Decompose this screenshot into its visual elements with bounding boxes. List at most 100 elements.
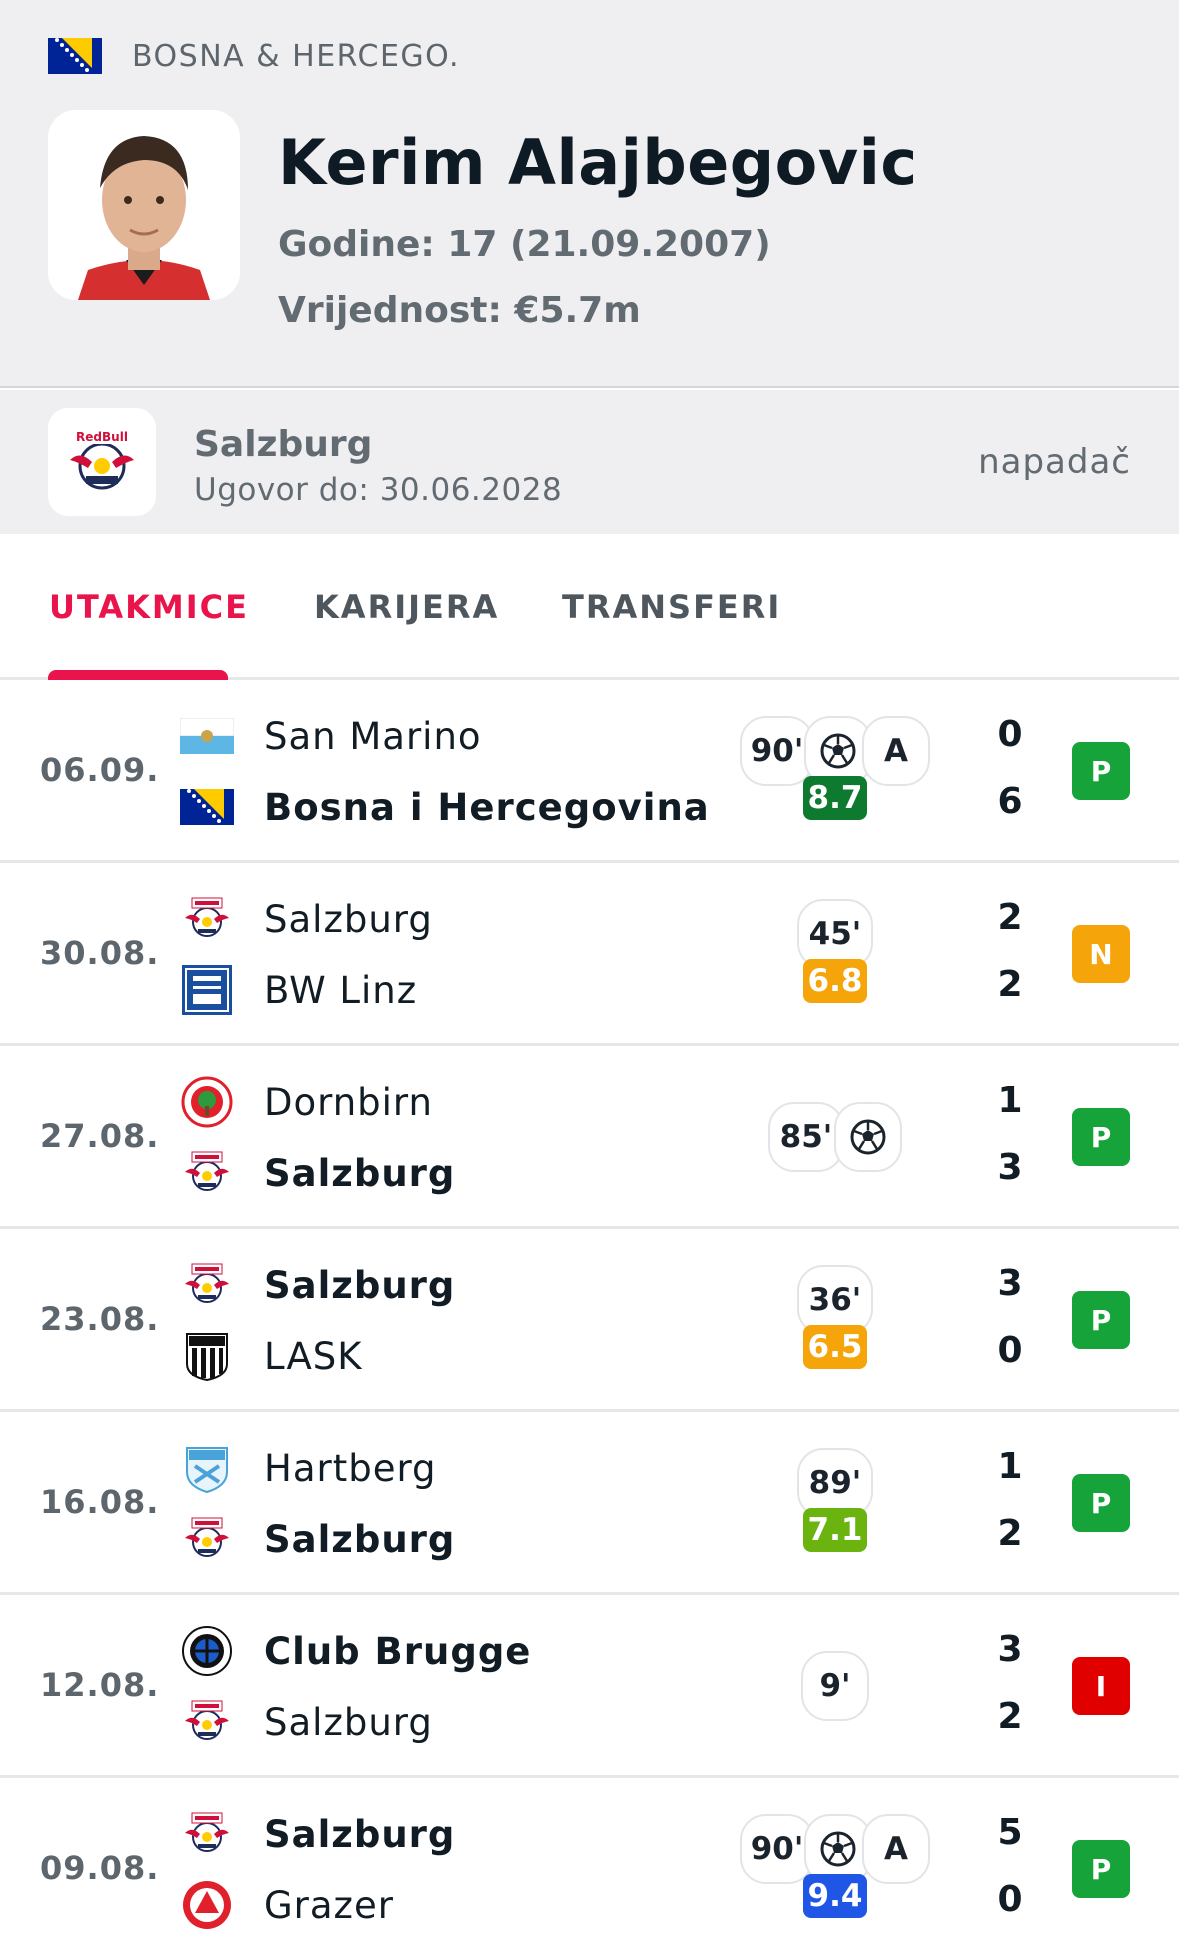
result-badge: P (1072, 1291, 1130, 1349)
stat-pills: 85' (740, 1102, 930, 1172)
home-team-name: Salzburg (264, 1812, 456, 1856)
away-team[interactable]: Salzburg (180, 1147, 455, 1199)
match-row[interactable]: 30.08. Salzburg BW Linz 45' 6.8 2 2 N (0, 863, 1179, 1046)
away-team-name: Bosna i Hercegovina (264, 785, 710, 829)
player-match-stats: 90' A 8.7 (740, 680, 930, 860)
result-badge: P (1072, 1108, 1130, 1166)
away-team-name: Salzburg (264, 1700, 433, 1744)
player-match-stats: 9' (740, 1595, 930, 1775)
club-brugge-logo-icon (180, 1624, 234, 1678)
home-team[interactable]: Salzburg (180, 1808, 455, 1860)
away-team-name: Salzburg (264, 1151, 456, 1195)
minutes-played: 90' (740, 716, 814, 786)
home-team-name: Hartberg (264, 1446, 437, 1490)
home-team-name: Club Brugge (264, 1629, 532, 1673)
away-score: 3 (997, 1147, 1023, 1188)
away-team[interactable]: LASK (180, 1330, 363, 1382)
match-date: 23.08. (40, 1300, 160, 1338)
contract-until: Ugovor do: 30.06.2028 (194, 472, 563, 508)
away-score: 2 (997, 964, 1023, 1005)
match-row[interactable]: 16.08. Hartberg Salzburg 89' 7.1 1 2 P (0, 1412, 1179, 1595)
assist-badge: A (862, 1814, 930, 1884)
country-name: BOSNA & HERCEGO. (132, 38, 461, 74)
minutes-played: 9' (801, 1651, 869, 1721)
salzburg-logo-icon (180, 1146, 234, 1200)
away-score: 2 (997, 1696, 1023, 1737)
away-score: 0 (997, 1330, 1023, 1371)
away-team-name: LASK (264, 1334, 363, 1378)
san-marino-flag-icon (180, 709, 234, 763)
home-team[interactable]: Club Brugge (180, 1625, 531, 1677)
match-list: 06.09. San Marino Bosna i Hercegovina 90… (0, 680, 1179, 1953)
lask-logo-icon (180, 1329, 234, 1383)
result-badge: P (1072, 1474, 1130, 1532)
player-match-stats: 45' 6.8 (740, 863, 930, 1043)
result-badge: P (1072, 742, 1130, 800)
svg-text:RedBull: RedBull (76, 430, 128, 444)
home-score: 1 (997, 1446, 1023, 1487)
player-photo (48, 110, 240, 300)
player-rating-badge: 6.8 (803, 959, 867, 1003)
country-row: BOSNA & HERCEGO. (48, 36, 460, 76)
result-badge: N (1072, 925, 1130, 983)
salzburg-logo-icon (180, 1695, 234, 1749)
home-team-name: Dornbirn (264, 1080, 433, 1124)
dornbirn-logo-icon (180, 1075, 234, 1129)
salzburg-logo-icon (180, 1807, 234, 1861)
away-score: 6 (997, 781, 1023, 822)
bosnia-flag-icon (48, 38, 102, 74)
away-team[interactable]: Salzburg (180, 1513, 455, 1565)
away-team[interactable]: BW Linz (180, 964, 417, 1016)
match-date: 27.08. (40, 1117, 160, 1155)
away-team[interactable]: Grazer (180, 1879, 394, 1931)
player-header: BOSNA & HERCEGO. Kerim Alajbegovic Godin… (0, 0, 1179, 388)
player-rating-badge: 9.4 (803, 1874, 867, 1918)
home-score: 3 (997, 1263, 1023, 1304)
player-market-value: Vrijednost: €5.7m (278, 290, 641, 331)
player-match-stats: 89' 7.1 (740, 1412, 930, 1592)
bosnia-flag-icon (180, 780, 234, 834)
away-team[interactable]: Salzburg (180, 1696, 433, 1748)
tab-transfers[interactable]: TRANSFERI (562, 588, 781, 626)
match-date: 30.08. (40, 934, 160, 972)
home-team[interactable]: Hartberg (180, 1442, 437, 1494)
player-match-stats: 85' (740, 1046, 930, 1226)
football-goal-icon (834, 1102, 903, 1172)
away-team-name: Grazer (264, 1883, 394, 1927)
result-badge: I (1072, 1657, 1130, 1715)
player-match-stats: 90' A 9.4 (740, 1778, 930, 1953)
player-match-stats: 36' 6.5 (740, 1229, 930, 1409)
tab-career[interactable]: KARIJERA (314, 588, 499, 626)
salzburg-logo-icon (180, 1258, 234, 1312)
hartberg-logo-icon (180, 1441, 234, 1495)
club-bar[interactable]: RedBull Salzburg Ugovor do: 30.06.2028 n… (0, 390, 1179, 534)
player-rating-badge: 6.5 (803, 1325, 867, 1369)
match-row[interactable]: 09.08. Salzburg Grazer 90' A 9.4 5 0 P (0, 1778, 1179, 1953)
match-row[interactable]: 23.08. Salzburg LASK 36' 6.5 3 0 P (0, 1229, 1179, 1412)
salzburg-logo-icon (180, 1512, 234, 1566)
home-team[interactable]: San Marino (180, 710, 482, 762)
bw-linz-logo-icon (180, 963, 234, 1017)
minutes-played: 85' (767, 1102, 845, 1172)
home-score: 3 (997, 1629, 1023, 1670)
home-team[interactable]: Dornbirn (180, 1076, 433, 1128)
away-team[interactable]: Bosna i Hercegovina (180, 781, 710, 833)
home-team-name: Salzburg (264, 897, 433, 941)
match-row[interactable]: 12.08. Club Brugge Salzburg 9' 3 2 I (0, 1595, 1179, 1778)
tab-bar: UTAKMICE KARIJERA TRANSFERI (0, 534, 1179, 680)
home-team[interactable]: Salzburg (180, 1259, 455, 1311)
home-team-name: San Marino (264, 714, 482, 758)
away-score: 2 (997, 1513, 1023, 1554)
active-tab-indicator (48, 670, 228, 680)
match-date: 16.08. (40, 1483, 160, 1521)
tab-matches[interactable]: UTAKMICE (49, 588, 249, 626)
match-row[interactable]: 06.09. San Marino Bosna i Hercegovina 90… (0, 680, 1179, 863)
club-name: Salzburg (194, 424, 373, 465)
match-date: 06.09. (40, 751, 160, 789)
home-score: 0 (997, 714, 1023, 755)
player-position: napadač (978, 442, 1131, 482)
home-score: 2 (997, 897, 1023, 938)
away-score: 0 (997, 1879, 1023, 1920)
match-row[interactable]: 27.08. Dornbirn Salzburg 85' 1 3 P (0, 1046, 1179, 1229)
home-team[interactable]: Salzburg (180, 893, 433, 945)
